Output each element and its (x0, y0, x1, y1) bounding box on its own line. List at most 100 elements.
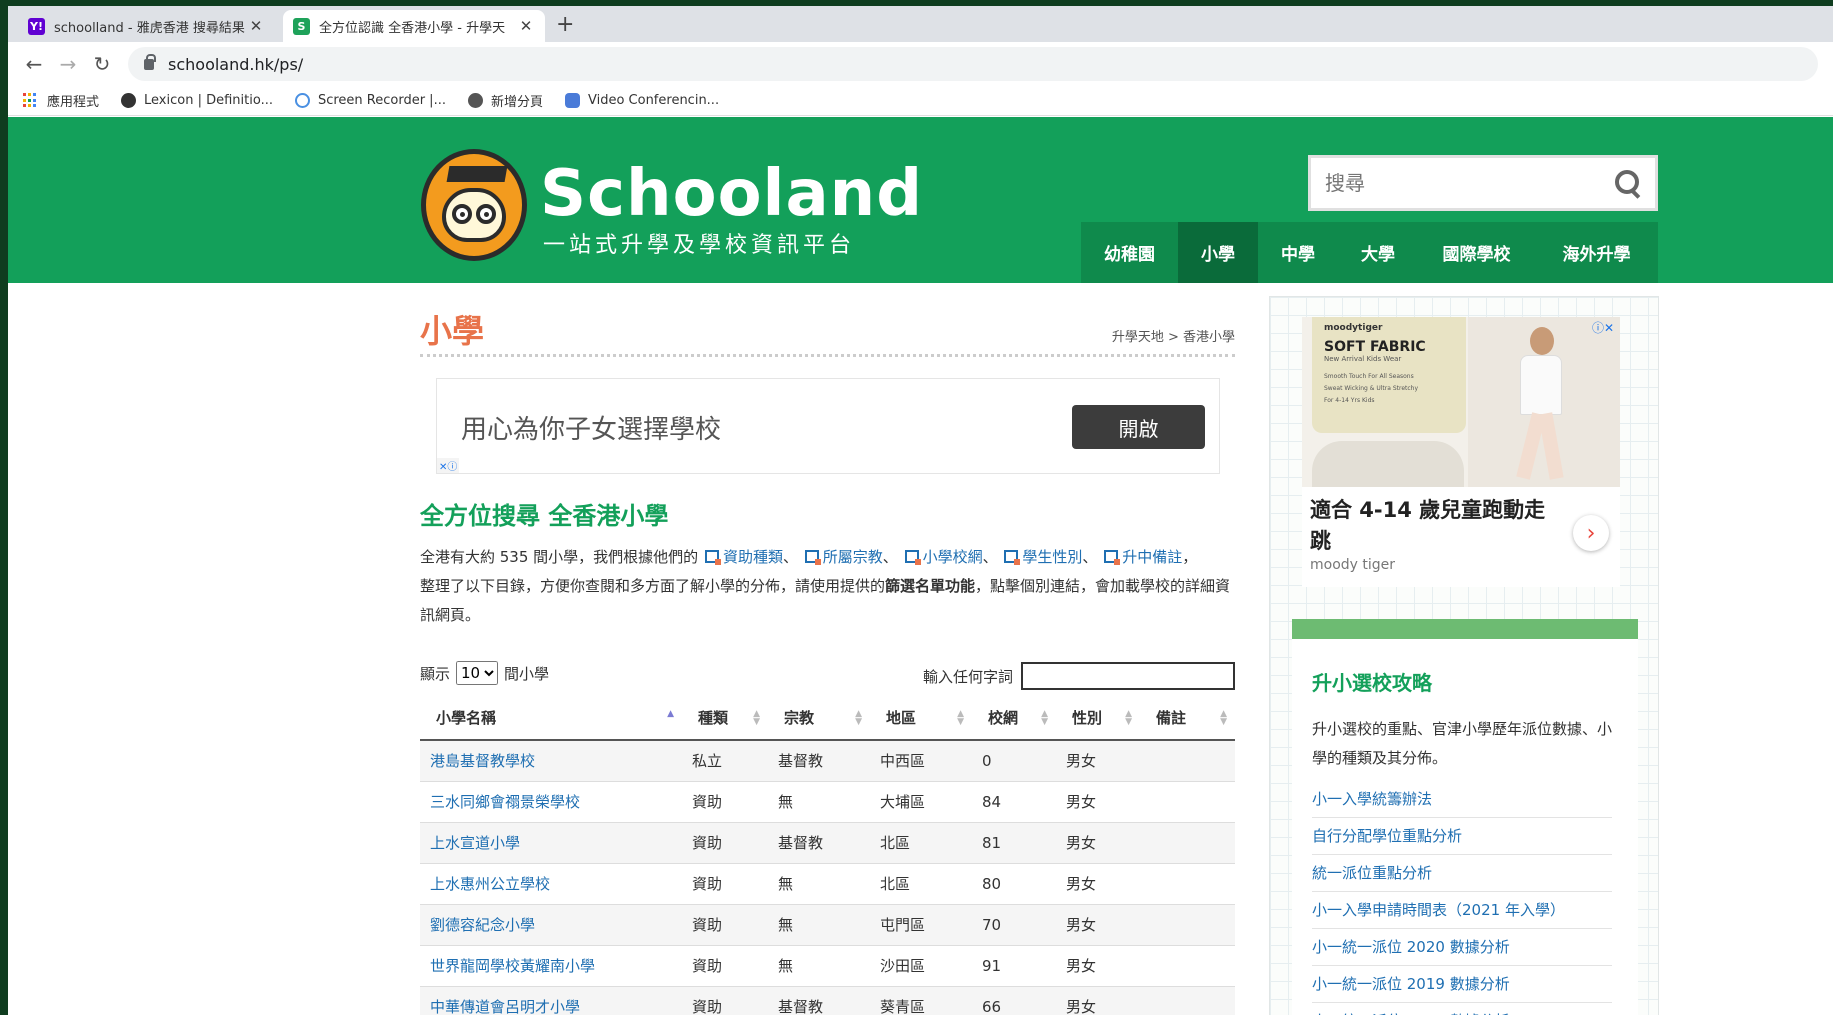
column-header-religion[interactable]: 宗教 ▲ ▼ (768, 696, 870, 741)
cell-gender: 男女 (1056, 740, 1140, 782)
cell-net: 91 (972, 945, 1056, 987)
school-name-link[interactable]: 上水惠州公立學校 (420, 863, 682, 905)
column-header-type[interactable]: 種類 ▲ ▼ (682, 696, 768, 741)
browser-tab-yahoo[interactable]: Y! schoolland - 雅虎香港 搜尋結果 ✕ (18, 10, 275, 42)
cell-gender: 男女 (1056, 904, 1140, 946)
list-icon (1104, 550, 1121, 565)
guide-link[interactable]: 小一統一派位 2018 數據分析 (1312, 1003, 1612, 1015)
table-row[interactable]: 三水同鄉會禤景榮學校 資助無大埔區 84 男女 (420, 781, 1235, 823)
table-row[interactable]: 世界龍岡學校黃耀南小學 資助無沙田區 91 男女 (420, 945, 1235, 987)
separator: 、 (882, 548, 898, 566)
back-arrow-icon[interactable]: ← (20, 50, 48, 78)
link-religion[interactable]: 所屬宗教 (823, 548, 883, 566)
bookmark-lexicon[interactable]: Lexicon | Definitio... (121, 93, 273, 108)
sidebar-ad[interactable]: moodytiger SOFT FABRIC New Arrival Kids … (1302, 317, 1620, 587)
school-name-link[interactable]: 中華傳道會呂明才小學 (420, 986, 682, 1015)
bookmark-label: Lexicon | Definitio... (144, 93, 273, 108)
table-row[interactable]: 上水惠州公立學校 資助無北區 80 男女 (420, 863, 1235, 905)
reload-icon[interactable]: ↻ (88, 50, 116, 78)
column-header-gender[interactable]: 性別 ▲ ▼ (1056, 696, 1140, 741)
school-name-link[interactable]: 上水宣道小學 (420, 822, 682, 864)
table-row[interactable]: 劉德容紀念小學 資助無屯門區 70 男女 (420, 904, 1235, 946)
close-tab-icon[interactable]: ✕ (247, 17, 265, 35)
cell-gender: 男女 (1056, 863, 1140, 905)
ad-tagline-small: New Arrival Kids Wear (1324, 355, 1402, 363)
address-bar[interactable]: schooland.hk/ps/ (128, 47, 1818, 81)
column-header-net[interactable]: 校網 ▲ ▼ (972, 696, 1056, 741)
ad-banner[interactable]: 用心為你子女選擇學校 開啟 ✕ⓘ (436, 378, 1220, 474)
ad-headline-small: SOFT FABRIC (1324, 339, 1426, 355)
link-gender[interactable]: 學生性別 (1022, 548, 1082, 566)
column-header-name[interactable]: 小學名稱 ▲ (420, 696, 682, 741)
cell-remark (1140, 863, 1235, 905)
school-name-link[interactable]: 世界龍岡學校黃耀南小學 (420, 945, 682, 987)
school-name-link[interactable]: 三水同鄉會禤景榮學校 (420, 781, 682, 823)
main-nav: 幼稚園 小學 中學 大學 國際學校 海外升學 (1081, 222, 1658, 283)
ad-feature: For 4-14 Yrs Kids (1324, 397, 1375, 404)
table-row[interactable]: 港島基督教學校 私立 基督教 中西區 0 男女 (420, 740, 1235, 782)
column-header-remark[interactable]: 備註 ▲ ▼ (1140, 696, 1235, 741)
breadcrumb[interactable]: 升學天地 > 香港小學 (1112, 326, 1235, 345)
bookmark-apps[interactable]: 應用程式 (23, 91, 99, 110)
bookmark-screen-recorder[interactable]: Screen Recorder |... (294, 93, 446, 108)
page-size-select[interactable]: 10 (456, 661, 499, 685)
cell-religion: 基督教 (768, 740, 870, 782)
bookmark-label: 應用程式 (47, 95, 100, 110)
sidebar: moodytiger SOFT FABRIC New Arrival Kids … (1269, 296, 1659, 1015)
guide-link[interactable]: 統一派位重點分析 (1312, 855, 1612, 892)
search-input[interactable] (1311, 158, 1613, 208)
site-header: Schooland 一站式升學及學校資訊平台 幼稚園 小學 中學 大學 國際學校… (8, 117, 1833, 283)
cell-district: 沙田區 (870, 945, 972, 987)
search-icon[interactable] (1613, 168, 1643, 198)
nav-primary[interactable]: 小學 (1178, 222, 1258, 283)
nav-secondary[interactable]: 中學 (1258, 222, 1338, 283)
link-funding-type[interactable]: 資助種類 (723, 548, 783, 566)
link-school-net[interactable]: 小學校網 (923, 548, 983, 566)
divider (420, 354, 1235, 357)
globe-icon (467, 93, 483, 108)
bookmarks-bar: 應用程式 Lexicon | Definitio... Screen Recor… (8, 86, 1833, 116)
chevron-right-icon[interactable]: › (1573, 515, 1609, 551)
column-header-district[interactable]: 地區 ▲ ▼ (870, 696, 972, 741)
guide-panel: 升小選校攻略 升小選校的重點、官津小學歷年派位數據、小學的種類及其分佈。 小一入… (1292, 619, 1638, 1015)
guide-link[interactable]: 小一統一派位 2019 數據分析 (1312, 966, 1612, 1003)
cell-net: 84 (972, 781, 1056, 823)
filter-input[interactable] (1021, 662, 1235, 690)
nav-international[interactable]: 國際學校 (1418, 222, 1535, 283)
guide-link[interactable]: 小一入學統籌辦法 (1312, 781, 1612, 818)
school-name-link[interactable]: 港島基督教學校 (420, 740, 682, 782)
bookmark-new-tab[interactable]: 新增分頁 (467, 91, 543, 110)
close-tab-icon[interactable]: ✕ (517, 17, 535, 35)
cell-district: 葵青區 (870, 986, 972, 1015)
cell-religion: 基督教 (768, 822, 870, 864)
ad-image: moodytiger SOFT FABRIC New Arrival Kids … (1302, 317, 1620, 487)
forward-arrow-icon[interactable]: → (54, 50, 82, 78)
cell-type: 私立 (682, 740, 768, 782)
nav-kindergarten[interactable]: 幼稚園 (1081, 222, 1178, 283)
logo-subtitle: 一站式升學及學校資訊平台 (543, 233, 856, 258)
browser-tab-schooland[interactable]: S 全方位認識 全香港小學 - 升學天 ✕ (283, 10, 545, 42)
intro-text: 全港有大約 535 間小學，我們根據他們的 (420, 548, 699, 566)
school-name-link[interactable]: 劉德容紀念小學 (420, 904, 682, 946)
ad-close-icon[interactable]: ⓘ✕ (1592, 319, 1614, 336)
owl-logo-icon[interactable] (421, 149, 527, 261)
nav-overseas[interactable]: 海外升學 (1535, 222, 1658, 283)
new-tab-icon[interactable]: + (556, 14, 574, 36)
list-icon (804, 550, 821, 565)
nav-university[interactable]: 大學 (1338, 222, 1418, 283)
ad-choices-icon[interactable]: ✕ⓘ (437, 458, 460, 473)
bookmark-video-conferencing[interactable]: Video Conferencin... (564, 93, 719, 108)
cell-religion: 基督教 (768, 986, 870, 1015)
guide-link[interactable]: 小一統一派位 2020 數據分析 (1312, 929, 1612, 966)
yahoo-favicon-icon: Y! (28, 17, 45, 35)
guide-link[interactable]: 小一入學申請時間表（2021 年入學） (1312, 892, 1612, 929)
table-row[interactable]: 上水宣道小學 資助 基督教 北區 81 男女 (420, 822, 1235, 864)
table-row[interactable]: 中華傳道會呂明才小學 資助 基督教 葵青區 66 男女 (420, 986, 1235, 1015)
logo-text[interactable]: Schooland (540, 159, 923, 229)
ad-open-button[interactable]: 開啟 (1072, 405, 1205, 449)
link-secondary-remark[interactable]: 升中備註 (1122, 548, 1182, 566)
guide-link[interactable]: 自行分配學位重點分析 (1312, 818, 1612, 855)
cell-religion: 無 (768, 945, 870, 987)
list-icon (1004, 550, 1021, 565)
guide-links: 小一入學統籌辦法 自行分配學位重點分析 統一派位重點分析 小一入學申請時間表（2… (1312, 781, 1612, 1015)
